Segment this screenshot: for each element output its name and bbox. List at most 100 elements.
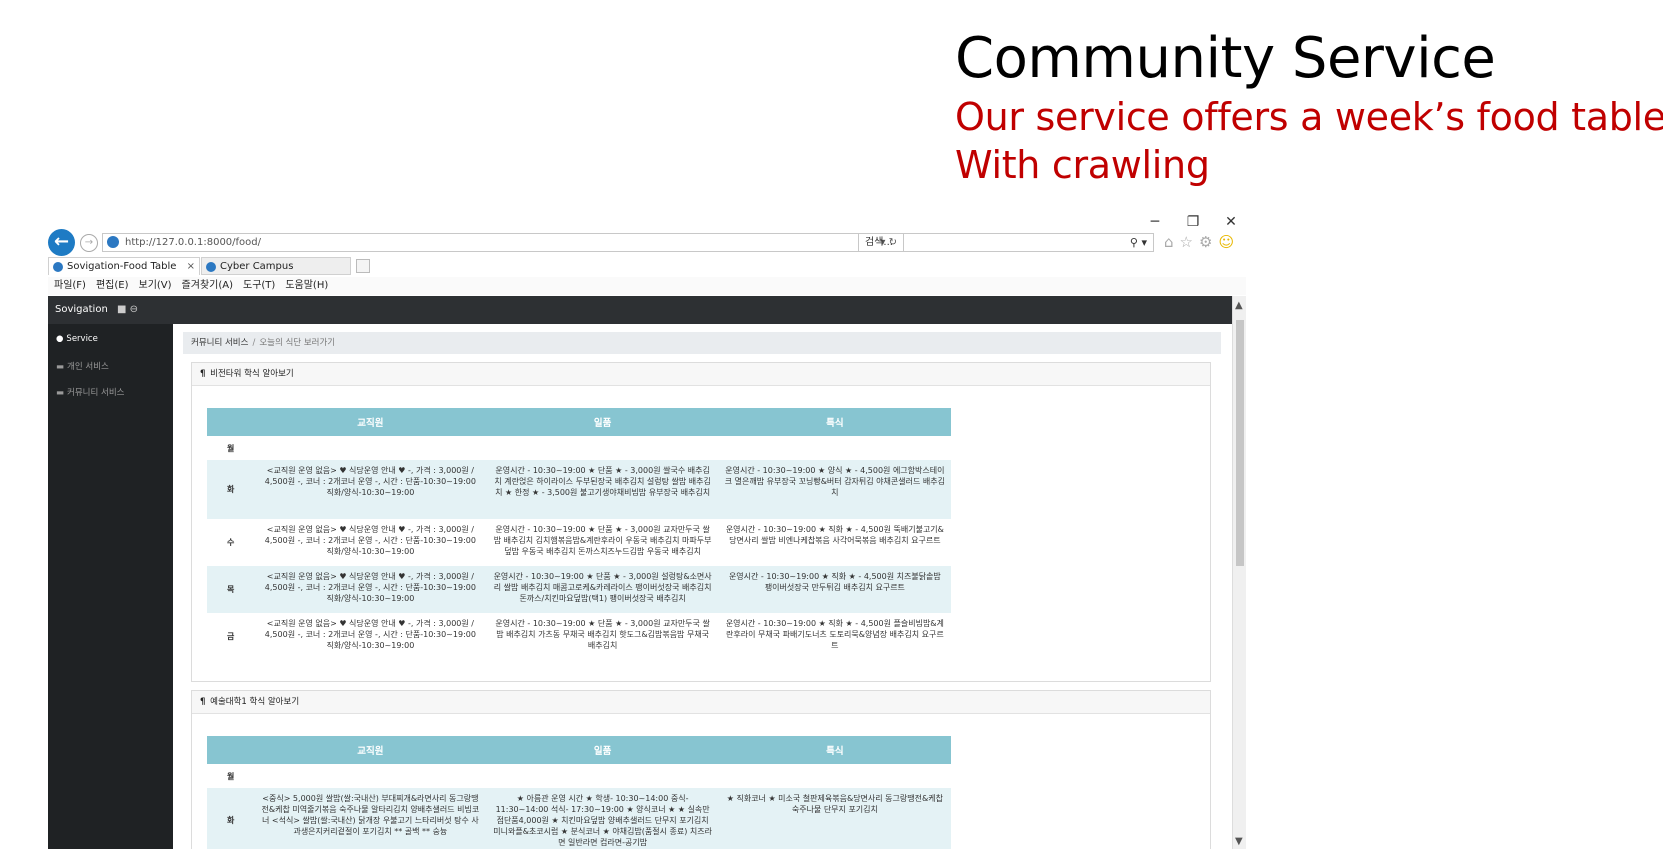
url-text: http://127.0.0.1:8000/food/ bbox=[125, 237, 262, 248]
day-cell: 수 bbox=[226, 538, 235, 547]
menu-help[interactable]: 도움말(H) bbox=[285, 277, 328, 295]
menu-bar: 파일(F) 편집(E) 보기(V) 즐겨찾기(A) 도구(T) 도움말(H) bbox=[48, 277, 1246, 295]
tab-close-icon[interactable]: × bbox=[187, 258, 195, 276]
search-input[interactable]: 검색... ⚲ ▾ bbox=[858, 233, 1154, 252]
breadcrumb-root[interactable]: 커뮤니티 서비스 bbox=[191, 338, 248, 348]
folder-icon: ▬ bbox=[56, 362, 65, 372]
menu-cell: <교직원 운영 없음> ♥ 식당운영 안내 ♥ -, 가격 : 3,000원 /… bbox=[254, 566, 487, 613]
cafeteria-card-arts-college: ¶ 예술대학1 학식 알아보기 교직원 일품 특식 월 화 <중식> 5,000… bbox=[191, 690, 1211, 849]
menu-cell: 운영시간 - 10:30~19:00 ★ 직화 ★ - 4,500원 치즈불닭솥… bbox=[718, 566, 951, 613]
table-row: 수 <교직원 운영 없음> ♥ 식당운영 안내 ♥ -, 가격 : 3,000원… bbox=[207, 519, 951, 566]
menu-cell: <교직원 운영 없음> ♥ 식당운영 안내 ♥ -, 가격 : 3,000원 /… bbox=[264, 525, 476, 556]
menu-cell bbox=[254, 764, 486, 788]
table-header-row: 교직원 일품 특식 bbox=[207, 408, 951, 436]
scroll-up-icon[interactable]: ▲ bbox=[1235, 300, 1243, 311]
table-row: 화 <교직원 운영 없음> ♥ 식당운영 안내 ♥ -, 가격 : 3,000원… bbox=[207, 460, 951, 519]
card-title: 비전타워 학식 알아보기 bbox=[210, 369, 294, 379]
table-row: 목 <교직원 운영 없음> ♥ 식당운영 안내 ♥ -, 가격 : 3,000원… bbox=[207, 566, 951, 613]
day-cell: 화 bbox=[207, 788, 255, 849]
utensils-icon: ¶ bbox=[200, 697, 206, 707]
close-icon[interactable]: ✕ bbox=[1224, 214, 1238, 230]
menu-cell bbox=[487, 436, 719, 460]
menu-edit[interactable]: 편집(E) bbox=[96, 277, 129, 295]
table-row: 금 <교직원 운영 없음> ♥ 식당운영 안내 ♥ -, 가격 : 3,000원… bbox=[207, 613, 951, 660]
column-header: 교직원 bbox=[254, 736, 487, 764]
tab-label: Sovigation-Food Table bbox=[67, 261, 177, 272]
day-cell: 월 bbox=[226, 443, 235, 453]
menu-cell: 운영시간 - 10:30~19:00 ★ 단품 ★ - 3,000원 교자만두국… bbox=[495, 619, 710, 650]
menu-view[interactable]: 보기(V) bbox=[139, 277, 172, 295]
ie-tab-icon bbox=[53, 262, 63, 272]
minimize-icon[interactable]: ─ bbox=[1148, 214, 1162, 230]
menu-cell: <교직원 운영 없음> ♥ 식당운영 안내 ♥ -, 가격 : 3,000원 /… bbox=[254, 460, 487, 519]
column-header: 교직원 bbox=[254, 408, 487, 436]
menu-cell: ★ 직화코너 ★ 미소국 철판제육볶음&당면사리 동그랑땡전&케찹 숙주나물 단… bbox=[718, 788, 951, 849]
cafeteria-card-vision-tower: ¶ 비전타워 학식 알아보기 교직원 일품 특식 월 화 <교직원 운영 없음>… bbox=[191, 362, 1211, 682]
folder-icon: ▬ bbox=[56, 388, 65, 398]
sidebar-item-personal-service[interactable]: ▬ 개인 서비스 bbox=[56, 360, 109, 372]
address-bar[interactable]: http://127.0.0.1:8000/food/ ▾ ↻ bbox=[102, 233, 904, 252]
menu-cell bbox=[487, 764, 719, 788]
address-row: ← → http://127.0.0.1:8000/food/ ▾ ↻ 검색..… bbox=[48, 229, 1246, 256]
table-header-row: 교직원 일품 특식 bbox=[207, 736, 951, 764]
main-content: 커뮤니티 서비스 / 오늘의 식단 보러가기 ¶ 비전타워 학식 알아보기 교직원 … bbox=[173, 324, 1232, 849]
menu-cell: 운영시간 - 10:30~19:00 ★ 직화 ★ - 4,500원 플슬비빔밥… bbox=[725, 619, 944, 650]
menu-cell bbox=[719, 764, 951, 788]
back-arrow-icon[interactable]: ← bbox=[48, 229, 75, 256]
app-topbar: Sovigation ■ ⊖ bbox=[48, 296, 1232, 324]
slide: Community Service Our service offers a w… bbox=[0, 0, 1663, 849]
menu-favorites[interactable]: 즐겨찾기(A) bbox=[182, 277, 233, 295]
menu-cell: 운영시간 - 10:30~19:00 ★ 직화 ★ - 4,500원 뚝배기불고… bbox=[725, 525, 944, 545]
toolbar-icons: ⌂ ☆ ⚙ ☺ bbox=[1164, 233, 1234, 251]
day-header bbox=[207, 736, 255, 764]
table-row: 월 bbox=[207, 436, 951, 460]
forward-arrow-icon[interactable]: → bbox=[80, 234, 98, 252]
scroll-down-icon[interactable]: ▼ bbox=[1235, 836, 1243, 847]
search-icon[interactable]: ⚲ ▾ bbox=[1130, 234, 1147, 251]
column-header: 특식 bbox=[718, 736, 951, 764]
app-brand[interactable]: Sovigation bbox=[55, 304, 108, 315]
menu-cell: 운영시간 - 10:30~19:00 ★ 단품 ★ - 3,000원 교자만두국… bbox=[493, 525, 712, 556]
menu-cell: <중식> 5,000원 쌀밥(쌀:국내산) 부대찌개&라면사리 동그랑땡전&케찹… bbox=[254, 788, 487, 849]
scroll-thumb[interactable] bbox=[1236, 320, 1244, 566]
menu-file[interactable]: 파일(F) bbox=[54, 277, 86, 295]
favorites-star-icon[interactable]: ☆ bbox=[1180, 233, 1193, 251]
table-row: 화 <중식> 5,000원 쌀밥(쌀:국내산) 부대찌개&라면사리 동그랑땡전&… bbox=[207, 788, 951, 849]
menu-cell bbox=[719, 436, 951, 460]
tab-site-icon bbox=[206, 262, 216, 272]
tab-sovigation-food-table[interactable]: Sovigation-Food Table × bbox=[48, 257, 200, 275]
card-title: 예술대학1 학식 알아보기 bbox=[210, 697, 300, 707]
menu-cell: 운영시간 - 10:30~19:00 ★ 단품 ★ - 3,000원 설렁탕&소… bbox=[486, 566, 719, 613]
menu-cell: 운영시간 - 10:30~19:00 ★ 양식 ★ - 4,500원 에그함박스… bbox=[718, 460, 951, 519]
day-cell: 목 bbox=[207, 566, 255, 613]
utensils-icon: ¶ bbox=[200, 369, 206, 379]
sidebar-item-service[interactable]: ● Service bbox=[56, 334, 98, 344]
smiley-icon[interactable]: ☺ bbox=[1218, 233, 1234, 251]
slide-subtitle-line2: With crawling bbox=[955, 143, 1210, 187]
vertical-scrollbar[interactable]: ▲ ▼ bbox=[1232, 296, 1246, 849]
restore-icon[interactable]: ❐ bbox=[1186, 214, 1200, 230]
new-tab-icon[interactable] bbox=[356, 259, 370, 273]
topbar-toggle-icons[interactable]: ■ ⊖ bbox=[117, 304, 138, 315]
search-placeholder: 검색... bbox=[865, 237, 893, 248]
card-header: ¶ 예술대학1 학식 알아보기 bbox=[192, 691, 1210, 714]
slide-title: Community Service bbox=[955, 26, 1496, 91]
slide-subtitle-line1: Our service offers a week’s food table bbox=[955, 95, 1663, 139]
menu-tools[interactable]: 도구(T) bbox=[243, 277, 275, 295]
menu-cell: 운영시간 - 10:30~19:00 ★ 단품 ★ - 3,000원 쌀국수 배… bbox=[486, 460, 719, 519]
window-controls: ─ ❐ ✕ bbox=[1148, 214, 1238, 230]
day-cell: 월 bbox=[226, 771, 235, 781]
tab-cyber-campus[interactable]: Cyber Campus bbox=[201, 257, 351, 275]
home-icon[interactable]: ⌂ bbox=[1164, 233, 1174, 251]
menu-table: 교직원 일품 특식 월 bbox=[207, 408, 951, 660]
browser-window: ─ ❐ ✕ ← → http://127.0.0.1:8000/food/ ▾ … bbox=[48, 212, 1246, 849]
day-cell: 금 bbox=[226, 632, 235, 641]
breadcrumb-current: 오늘의 식단 보러가기 bbox=[259, 338, 336, 348]
column-header: 특식 bbox=[718, 408, 951, 436]
sidebar-item-community-service[interactable]: ▬ 커뮤니티 서비스 bbox=[56, 386, 124, 398]
dashboard-icon: ● bbox=[56, 334, 64, 344]
table-row: 월 bbox=[207, 764, 951, 788]
ie-page-icon bbox=[107, 236, 119, 248]
breadcrumb: 커뮤니티 서비스 / 오늘의 식단 보러가기 bbox=[183, 332, 1221, 354]
gear-icon[interactable]: ⚙ bbox=[1199, 233, 1212, 251]
